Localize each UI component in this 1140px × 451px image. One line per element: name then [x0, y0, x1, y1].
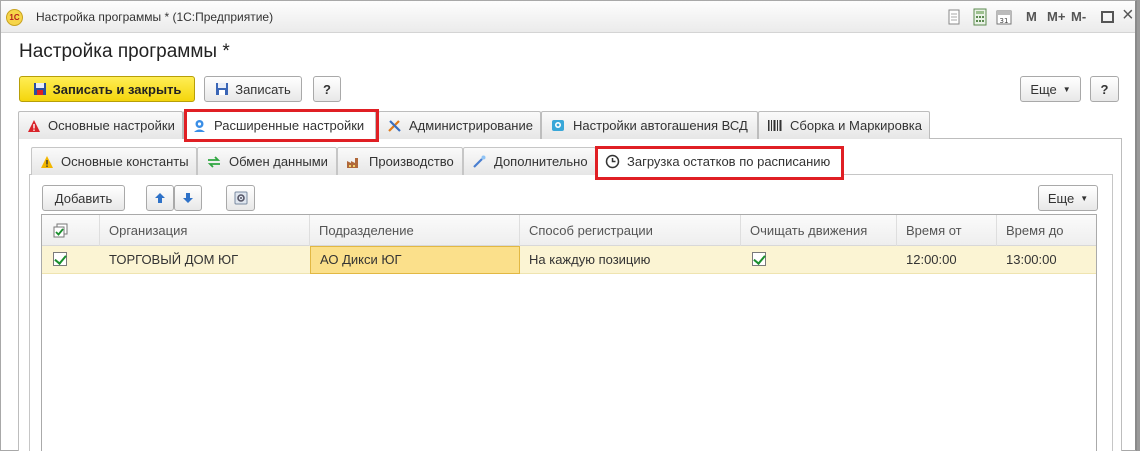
wand-icon	[473, 155, 486, 168]
help-button-right[interactable]: ?	[1090, 76, 1119, 102]
cell-organization[interactable]: ТОРГОВЫЙ ДОМ ЮГ	[100, 246, 310, 274]
move-up-button[interactable]	[146, 185, 174, 211]
window-title: Настройка программы * (1С:Предприятие)	[36, 10, 274, 24]
cell-time-from[interactable]: 12:00:00	[897, 246, 997, 274]
calculator-icon[interactable]	[971, 8, 989, 26]
tab-production[interactable]: Производство	[337, 147, 463, 175]
table-row[interactable]: ТОРГОВЫЙ ДОМ ЮГ АО Дикси ЮГ На каждую по…	[42, 246, 1096, 274]
warning-red-icon	[28, 119, 40, 132]
list-settings-button[interactable]	[226, 185, 255, 211]
schedule-table[interactable]: Организация Подразделение Способ регистр…	[41, 214, 1097, 451]
tab-basic-constants[interactable]: Основные константы	[31, 147, 197, 175]
tab-assembly-marking-label: Сборка и Маркировка	[790, 118, 922, 133]
tab-data-exchange-label: Обмен данными	[229, 154, 328, 169]
arrow-up-icon	[155, 193, 165, 203]
svg-text:31: 31	[1000, 17, 1009, 25]
more-button[interactable]: Еще ▼	[1020, 76, 1081, 102]
header-registration-method[interactable]: Способ регистрации	[520, 215, 741, 246]
header-time-from[interactable]: Время от	[897, 215, 997, 246]
page-title: Настройка программы *	[19, 41, 230, 62]
gear-icon	[234, 191, 247, 205]
cell-registration-method[interactable]: На каждую позицию	[520, 246, 741, 274]
memory-button[interactable]: M	[1026, 9, 1037, 24]
auto-icon	[552, 120, 564, 131]
tab-administration-label: Администрирование	[409, 118, 533, 133]
add-label: Добавить	[54, 190, 113, 206]
grid-more-label: Еще	[1047, 190, 1075, 206]
memory-minus-button[interactable]: M-	[1071, 9, 1086, 24]
tab-additional[interactable]: Дополнительно	[463, 147, 596, 175]
factory-icon	[347, 157, 358, 168]
save-icon	[33, 83, 46, 95]
close-icon[interactable]: ×	[1122, 4, 1134, 27]
grid-more-button[interactable]: Еще ▼	[1038, 185, 1098, 211]
exchange-icon	[207, 155, 221, 168]
restore-icon[interactable]	[1101, 11, 1114, 23]
highlight-frame-schedule	[595, 146, 844, 180]
tab-auto-vsd-label: Настройки автогашения ВСД	[573, 118, 748, 133]
arrow-down-icon	[183, 193, 193, 203]
calendar-icon[interactable]: 31	[995, 8, 1013, 26]
dropdown-arrow-icon: ▼	[1080, 193, 1089, 203]
tab-production-label: Производство	[369, 154, 454, 169]
app-window: 1С Настройка программы * (1С:Предприятие…	[0, 0, 1137, 451]
help-label-right: ?	[1100, 81, 1109, 97]
header-organization[interactable]: Организация	[100, 215, 310, 246]
warning-yellow-icon	[41, 155, 53, 168]
save-label: Записать	[235, 81, 291, 97]
tab-basic-constants-label: Основные константы	[61, 154, 189, 169]
tab-assembly-marking[interactable]: Сборка и Маркировка	[758, 111, 930, 139]
header-clear-movements[interactable]: Очищать движения	[741, 215, 897, 246]
checkbox-stack-icon	[53, 223, 68, 238]
barcode-icon	[768, 120, 782, 131]
add-button[interactable]: Добавить	[42, 185, 125, 211]
app-logo: 1С	[6, 9, 23, 26]
cell-time-to[interactable]: 13:00:00	[997, 246, 1097, 274]
help-button[interactable]: ?	[313, 76, 341, 102]
cell-division[interactable]: АО Дикси ЮГ	[310, 246, 520, 274]
tab-basic-settings[interactable]: Основные настройки	[18, 111, 183, 139]
save-icon	[216, 83, 229, 95]
header-division[interactable]: Подразделение	[310, 215, 520, 246]
clear-movements-checkbox[interactable]	[752, 252, 766, 266]
title-bar: 1С Настройка программы * (1С:Предприятие…	[1, 1, 1135, 33]
tab-data-exchange[interactable]: Обмен данными	[197, 147, 337, 175]
row-enabled-checkbox[interactable]	[53, 252, 67, 266]
more-label: Еще	[1030, 81, 1057, 97]
tools-icon	[388, 120, 401, 132]
save-and-close-button[interactable]: Записать и закрыть	[19, 76, 195, 102]
dropdown-arrow-icon: ▼	[1062, 84, 1071, 94]
table-header: Организация Подразделение Способ регистр…	[42, 215, 1096, 246]
print-icon[interactable]	[945, 8, 963, 26]
save-button[interactable]: Записать	[204, 76, 302, 102]
tab-additional-label: Дополнительно	[494, 154, 588, 169]
tab-auto-vsd[interactable]: Настройки автогашения ВСД	[541, 111, 758, 139]
header-time-to[interactable]: Время до	[997, 215, 1097, 246]
tab-basic-settings-label: Основные настройки	[48, 118, 175, 133]
highlight-frame-advanced	[184, 109, 379, 142]
header-check-column[interactable]	[42, 215, 100, 246]
help-label: ?	[323, 81, 331, 97]
tab-administration[interactable]: Администрирование	[378, 111, 541, 139]
save-and-close-label: Записать и закрыть	[52, 81, 182, 97]
move-down-button[interactable]	[174, 185, 202, 211]
memory-plus-button[interactable]: M+	[1047, 9, 1065, 24]
